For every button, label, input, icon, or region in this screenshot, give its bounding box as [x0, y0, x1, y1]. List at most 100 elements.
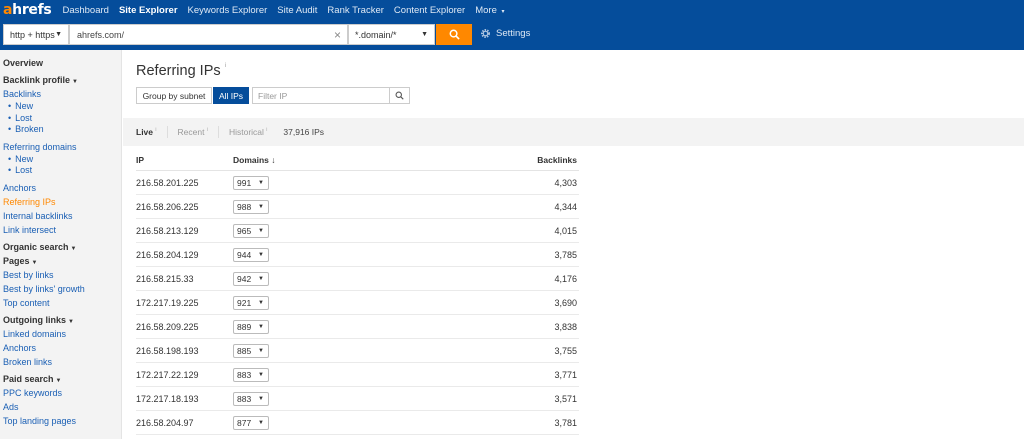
domains-count: 988	[237, 201, 252, 212]
sidebar-item-outgoing-anchors[interactable]: Anchors	[3, 341, 121, 355]
backlinks-cell: 4,015	[554, 225, 577, 236]
domains-dropdown[interactable]: 944 ▼	[233, 247, 269, 262]
sort-desc-icon: ↓	[271, 155, 276, 165]
nav-site-audit[interactable]: Site Audit	[277, 5, 317, 16]
chevron-down-icon: ▼	[55, 31, 62, 38]
domains-count: 991	[237, 177, 252, 188]
table-body: 216.58.201.225 991 ▼ 4,303 216.58.206.225 988…	[136, 171, 579, 435]
all-ips-button[interactable]: All IPs	[213, 87, 249, 104]
backlinks-cell: 3,781	[554, 417, 577, 428]
sidebar-item-linked-domains[interactable]: Linked domains	[3, 327, 121, 341]
sidebar-item-internal-backlinks[interactable]: Internal backlinks	[3, 209, 121, 223]
tab-historical[interactable]: Historical i	[229, 127, 267, 137]
search-icon	[395, 91, 404, 100]
domains-dropdown[interactable]: 889 ▼	[233, 319, 269, 334]
chevron-down-icon: ▼	[421, 31, 428, 38]
domains-dropdown[interactable]: 921 ▼	[233, 295, 269, 310]
table-row: 216.58.215.33 942 ▼ 4,176	[136, 267, 579, 291]
sidebar-overview[interactable]: Overview	[3, 56, 121, 70]
sidebar-pages[interactable]: Pages ▼	[3, 254, 121, 268]
ip-cell: 216.58.201.225	[136, 177, 199, 188]
sidebar-item-top-content[interactable]: Top content	[3, 296, 121, 310]
domains-dropdown[interactable]: 988 ▼	[233, 199, 269, 214]
nav-keywords-explorer[interactable]: Keywords Explorer	[188, 5, 268, 16]
nav-dashboard[interactable]: Dashboard	[62, 5, 108, 16]
sidebar-item-refdomains-lost[interactable]: • Lost	[3, 165, 121, 177]
sidebar-item-backlinks-new[interactable]: • New	[3, 101, 121, 113]
domains-count: 877	[237, 417, 252, 428]
sidebar-item-backlinks[interactable]: Backlinks	[3, 87, 121, 101]
tab-recent[interactable]: Recent i	[178, 127, 208, 137]
sidebar-item-ads[interactable]: Ads	[3, 400, 121, 414]
sidebar-item-anchors[interactable]: Anchors	[3, 181, 121, 195]
ip-cell: 216.58.213.129	[136, 225, 199, 236]
sidebar-item-backlinks-broken[interactable]: • Broken	[3, 124, 121, 136]
url-input[interactable]: ahrefs.com/ ×	[69, 24, 348, 45]
domains-count: 883	[237, 369, 252, 380]
page-title: Referring IPs i	[136, 63, 226, 79]
sidebar-item-best-by-links-growth[interactable]: Best by links' growth	[3, 282, 121, 296]
chevron-down-icon: ▼	[70, 245, 77, 252]
sidebar-item-link-intersect[interactable]: Link intersect	[3, 223, 121, 237]
group-by-subnet-button[interactable]: Group by subnet	[136, 87, 212, 104]
nav-rank-tracker[interactable]: Rank Tracker	[327, 5, 384, 16]
sidebar-item-referring-domains[interactable]: Referring domains	[3, 140, 121, 154]
nav-more[interactable]: More ▾	[475, 5, 504, 16]
domains-dropdown[interactable]: 883 ▼	[233, 391, 269, 406]
main-content: Referring IPs i Group by subnet All IPs …	[123, 50, 1024, 439]
search-button[interactable]	[436, 24, 472, 45]
mode-select[interactable]: *.domain/* ▼	[348, 24, 435, 45]
clear-icon[interactable]: ×	[334, 28, 341, 42]
chevron-down-icon: ▼	[258, 419, 264, 426]
ahrefs-logo[interactable]: ahrefs	[0, 2, 52, 18]
search-bar: http + https ▼ ahrefs.com/ × *.domain/* …	[0, 20, 1024, 50]
ips-table: IP Domains ↓ Backlinks 216.58.201.225 991…	[136, 150, 579, 435]
sidebar-backlink-profile[interactable]: Backlink profile ▼	[3, 73, 121, 87]
sidebar-item-refdomains-new[interactable]: • New	[3, 154, 121, 166]
sidebar-item-top-landing-pages[interactable]: Top landing pages	[3, 414, 121, 428]
column-domains[interactable]: Domains ↓	[233, 155, 433, 165]
ip-cell: 216.58.209.225	[136, 321, 199, 332]
domains-count: 883	[237, 393, 252, 404]
ip-cell: 216.58.204.97	[136, 417, 194, 428]
sidebar-item-ppc-keywords[interactable]: PPC keywords	[3, 386, 121, 400]
domains-dropdown[interactable]: 991 ▼	[233, 175, 269, 190]
time-tabs: Live i Recent i Historical i 37,916 IPs	[123, 118, 1024, 146]
sidebar-organic-search[interactable]: Organic search ▼	[3, 240, 121, 254]
column-backlinks[interactable]: Backlinks	[433, 155, 579, 165]
ip-cell: 216.58.198.193	[136, 345, 199, 356]
nav-site-explorer[interactable]: Site Explorer	[119, 5, 178, 16]
chevron-down-icon: ▼	[31, 259, 38, 266]
table-row: 216.58.206.225 988 ▼ 4,344	[136, 195, 579, 219]
table-row: 216.58.209.225 889 ▼ 3,838	[136, 315, 579, 339]
backlinks-cell: 3,838	[554, 321, 577, 332]
sidebar-item-referring-ips[interactable]: Referring IPs	[3, 195, 121, 209]
sidebar-item-broken-links[interactable]: Broken links	[3, 355, 121, 369]
domains-dropdown[interactable]: 885 ▼	[233, 343, 269, 358]
sidebar-outgoing-links[interactable]: Outgoing links ▼	[3, 313, 121, 327]
domains-dropdown[interactable]: 883 ▼	[233, 367, 269, 382]
tab-live[interactable]: Live i	[136, 127, 157, 137]
domains-count: 942	[237, 273, 252, 284]
top-nav: ahrefs Dashboard Site Explorer Keywords …	[0, 0, 1024, 20]
chevron-down-icon: ▼	[258, 323, 264, 330]
sidebar-item-best-by-links[interactable]: Best by links	[3, 268, 121, 282]
settings-button[interactable]: Settings	[480, 28, 530, 39]
ip-cell: 172.217.22.129	[136, 369, 199, 380]
filter-ip-input[interactable]: Filter IP	[252, 87, 390, 104]
chevron-down-icon: ▼	[258, 203, 264, 210]
column-ip[interactable]: IP	[136, 155, 233, 165]
info-icon[interactable]: i	[225, 63, 226, 69]
nav-content-explorer[interactable]: Content Explorer	[394, 5, 465, 16]
ip-count: 37,916 IPs	[283, 127, 325, 137]
domains-dropdown[interactable]: 965 ▼	[233, 223, 269, 238]
domains-dropdown[interactable]: 877 ▼	[233, 415, 269, 430]
filter-search-button[interactable]	[389, 87, 410, 104]
protocol-select[interactable]: http + https ▼	[3, 24, 69, 45]
sidebar-item-backlinks-lost[interactable]: • Lost	[3, 113, 121, 125]
chevron-down-icon: ▼	[258, 347, 264, 354]
domains-dropdown[interactable]: 942 ▼	[233, 271, 269, 286]
table-row: 216.58.204.129 944 ▼ 3,785	[136, 243, 579, 267]
backlinks-cell: 4,176	[554, 273, 577, 284]
sidebar-paid-search[interactable]: Paid search ▼	[3, 372, 121, 386]
